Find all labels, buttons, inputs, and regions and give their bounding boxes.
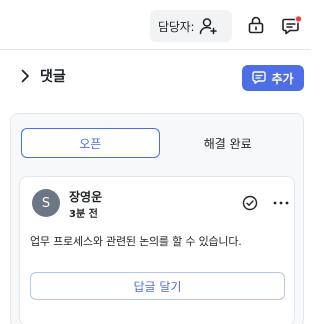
comments-panel: 오픈 해결 완료 S 장영운 3분 전 업무 프로세스와 관련된 논의를 할 수… (10, 113, 304, 324)
comments-title: 댓글 (40, 69, 66, 85)
tab-resolved[interactable]: 해결 완료 (160, 128, 297, 158)
comment-body: 업무 프로세스와 관련된 논의를 할 수 있습니다. (30, 235, 242, 248)
comment-card: S 장영운 3분 전 업무 프로세스와 관련된 논의를 할 수 있습니다. 답글… (19, 176, 295, 324)
assignee-selector[interactable]: 담당자: (150, 10, 232, 42)
resolve-check-icon[interactable] (242, 195, 258, 211)
assignee-label: 담당자: (158, 19, 195, 34)
comment-time: 3분 전 (69, 209, 98, 220)
comments-header: 댓글 추가 (0, 51, 311, 103)
reply-button[interactable]: 답글 달기 (30, 272, 285, 300)
add-comment-button[interactable]: 추가 (242, 65, 304, 91)
status-tabs: 오픈 해결 완료 (21, 128, 296, 158)
lock-icon[interactable] (246, 15, 266, 35)
comment-alert-icon[interactable] (281, 14, 303, 36)
comment-author: 장영운 (69, 190, 103, 204)
add-button-label: 추가 (271, 71, 294, 86)
chevron-right-icon[interactable] (18, 68, 32, 84)
comment-icon (252, 70, 267, 87)
add-person-icon (198, 16, 218, 36)
top-bar: 담당자: (0, 0, 311, 50)
more-options-icon[interactable] (272, 195, 290, 211)
tab-open[interactable]: 오픈 (21, 128, 160, 158)
avatar: S (32, 189, 60, 217)
